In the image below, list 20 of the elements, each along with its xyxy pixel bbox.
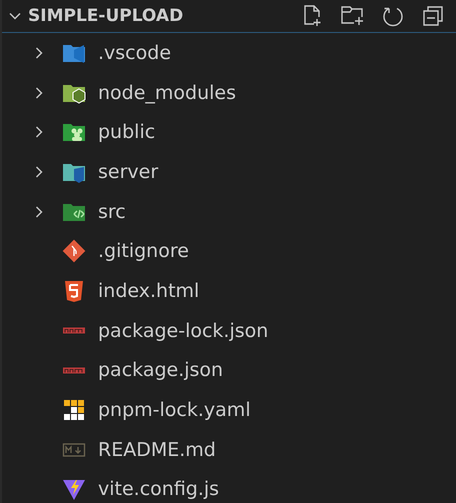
file-name[interactable]: .gitignore — [98, 240, 189, 262]
npm-icon — [62, 327, 86, 334]
folder-name[interactable]: server — [98, 160, 158, 183]
new-folder-icon — [340, 4, 366, 28]
file-name[interactable]: package.json — [98, 359, 224, 382]
file-name[interactable]: vite.config.js — [98, 478, 220, 500]
lightning-triangle-icon — [62, 477, 86, 502]
folder-name[interactable]: .vscode — [98, 42, 172, 64]
folder-name[interactable]: public — [98, 121, 156, 144]
project-title[interactable]: SIMPLE-UPLOAD — [28, 6, 300, 26]
folder-name[interactable]: node_modules — [98, 82, 236, 104]
grid-icon — [62, 398, 86, 422]
shield-icon — [62, 278, 86, 303]
collapse-all-icon — [421, 4, 445, 28]
file-name[interactable]: index.html — [98, 280, 200, 302]
file-name[interactable]: pnpm-lock.yaml — [98, 399, 251, 422]
file-name[interactable]: package-lock.json — [98, 320, 268, 342]
file-name[interactable]: README.md — [98, 438, 216, 461]
folder-name[interactable]: src — [98, 200, 126, 223]
npm-icon — [62, 366, 86, 374]
